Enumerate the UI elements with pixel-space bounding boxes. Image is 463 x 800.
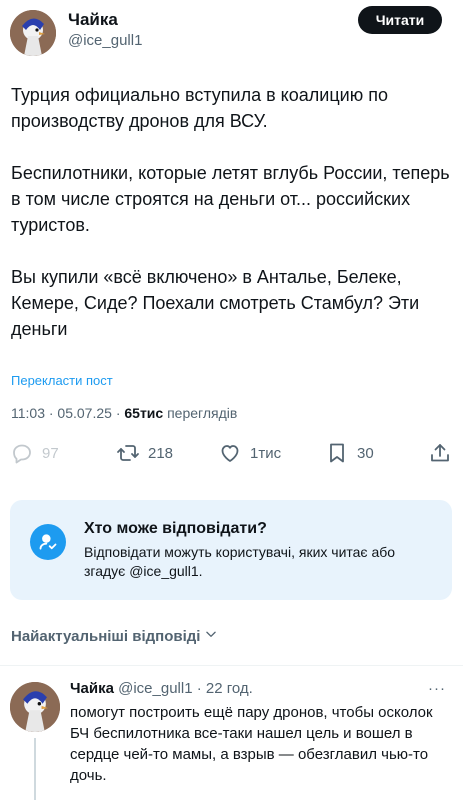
comment-header: Чайка @ice_gull1 · 22 год.: [70, 680, 253, 697]
share-icon: [428, 441, 452, 465]
retweet-button[interactable]: 218: [116, 441, 173, 465]
reply-settings-title: Хто може відповідати?: [84, 520, 267, 537]
tweet-paragraph: Вы купили «всё включено» в Анталье, Беле…: [11, 267, 420, 339]
bookmark-button[interactable]: 30: [325, 441, 374, 465]
reply-settings-description: Відповідати можуть користувачі, яких чит…: [84, 544, 396, 579]
comment-avatar[interactable]: [10, 682, 60, 732]
views-count: 65тис: [124, 405, 164, 421]
like-count: 1тис: [250, 444, 282, 462]
retweet-count: 218: [148, 444, 174, 462]
tweet-paragraph: Турция официально вступила в коалицию по…: [11, 85, 388, 131]
more-options-icon[interactable]: ···: [428, 680, 446, 697]
tweet-meta: 11:03 · 05.07.25 · 65тис переглядів: [11, 405, 237, 421]
divider: [0, 665, 463, 666]
like-button[interactable]: 1тис: [218, 441, 281, 465]
tweet-text: Турция официально вступила в коалицию по…: [11, 82, 453, 368]
reply-count: 97: [42, 444, 59, 462]
author-handle[interactable]: @ice_gull1: [68, 32, 142, 49]
comment-author-handle[interactable]: @ice_gull1: [118, 680, 192, 697]
tweet-timestamp[interactable]: 11:03 · 05.07.25 ·: [11, 405, 124, 421]
follow-button[interactable]: Читати: [358, 6, 442, 34]
chevron-down-icon: [204, 627, 218, 645]
retweet-icon: [116, 441, 140, 465]
reply-button[interactable]: 97: [10, 441, 59, 465]
views-label: переглядів: [163, 405, 238, 421]
author-name[interactable]: Чайка: [68, 10, 118, 30]
thread-line: [34, 738, 36, 800]
comment-text: помогут построить ещё пару дронов, чтобы…: [70, 704, 433, 784]
user-check-icon: [30, 524, 66, 560]
heart-icon: [218, 441, 242, 465]
share-button[interactable]: [428, 441, 452, 465]
translate-post-link[interactable]: Перекласти пост: [11, 373, 113, 388]
tweet-paragraph: Беспилотники, которые летят вглубь Росси…: [11, 163, 450, 235]
author-avatar[interactable]: [10, 10, 56, 56]
reply-icon: [10, 441, 34, 465]
bookmark-icon: [325, 441, 349, 465]
comment-timestamp[interactable]: · 22 год.: [193, 680, 253, 697]
reply-settings-box: Хто може відповідати? Відповідати можуть…: [10, 500, 452, 600]
bookmark-count: 30: [357, 444, 374, 462]
comment-author-name[interactable]: Чайка: [70, 680, 114, 697]
sort-label: Найактуальніші відповіді: [11, 627, 201, 645]
replies-sort-dropdown[interactable]: Найактуальніші відповіді: [11, 627, 218, 645]
